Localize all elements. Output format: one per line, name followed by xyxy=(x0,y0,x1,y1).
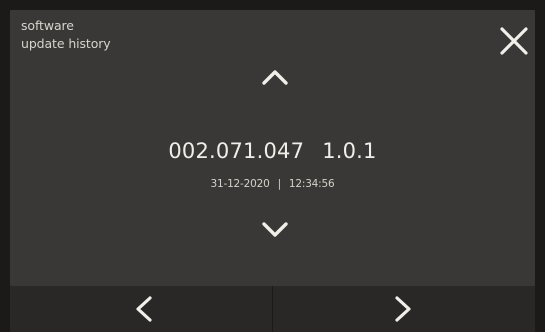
previous-page-button[interactable] xyxy=(10,286,272,332)
software-version-line: 002.071.047 1.0.1 xyxy=(0,137,545,165)
update-date-time: 31-12-2020 | 12:34:56 xyxy=(0,176,545,192)
software-version-secondary: 1.0.1 xyxy=(322,139,377,163)
software-version-primary: 002.071.047 xyxy=(168,139,305,163)
bottom-navigation-bar xyxy=(10,286,535,332)
update-date: 31-12-2020 xyxy=(210,178,270,190)
chevron-right-icon xyxy=(395,296,411,322)
chevron-up-icon xyxy=(262,70,288,85)
next-record-down-button[interactable] xyxy=(249,209,301,249)
next-page-button[interactable] xyxy=(272,286,535,332)
page-title-line-2: update history xyxy=(21,36,111,51)
date-time-separator: | xyxy=(277,178,282,190)
page-title: software update history xyxy=(21,17,111,53)
chevron-left-icon xyxy=(136,296,152,322)
chevron-down-icon xyxy=(262,222,288,237)
close-icon xyxy=(500,27,528,55)
previous-record-up-button[interactable] xyxy=(249,58,301,98)
close-button[interactable] xyxy=(497,24,531,58)
update-time: 12:34:56 xyxy=(288,178,335,190)
page-title-line-1: software xyxy=(21,18,74,33)
software-update-history-screen: software update history 002.071.047 1.0.1… xyxy=(0,0,545,332)
